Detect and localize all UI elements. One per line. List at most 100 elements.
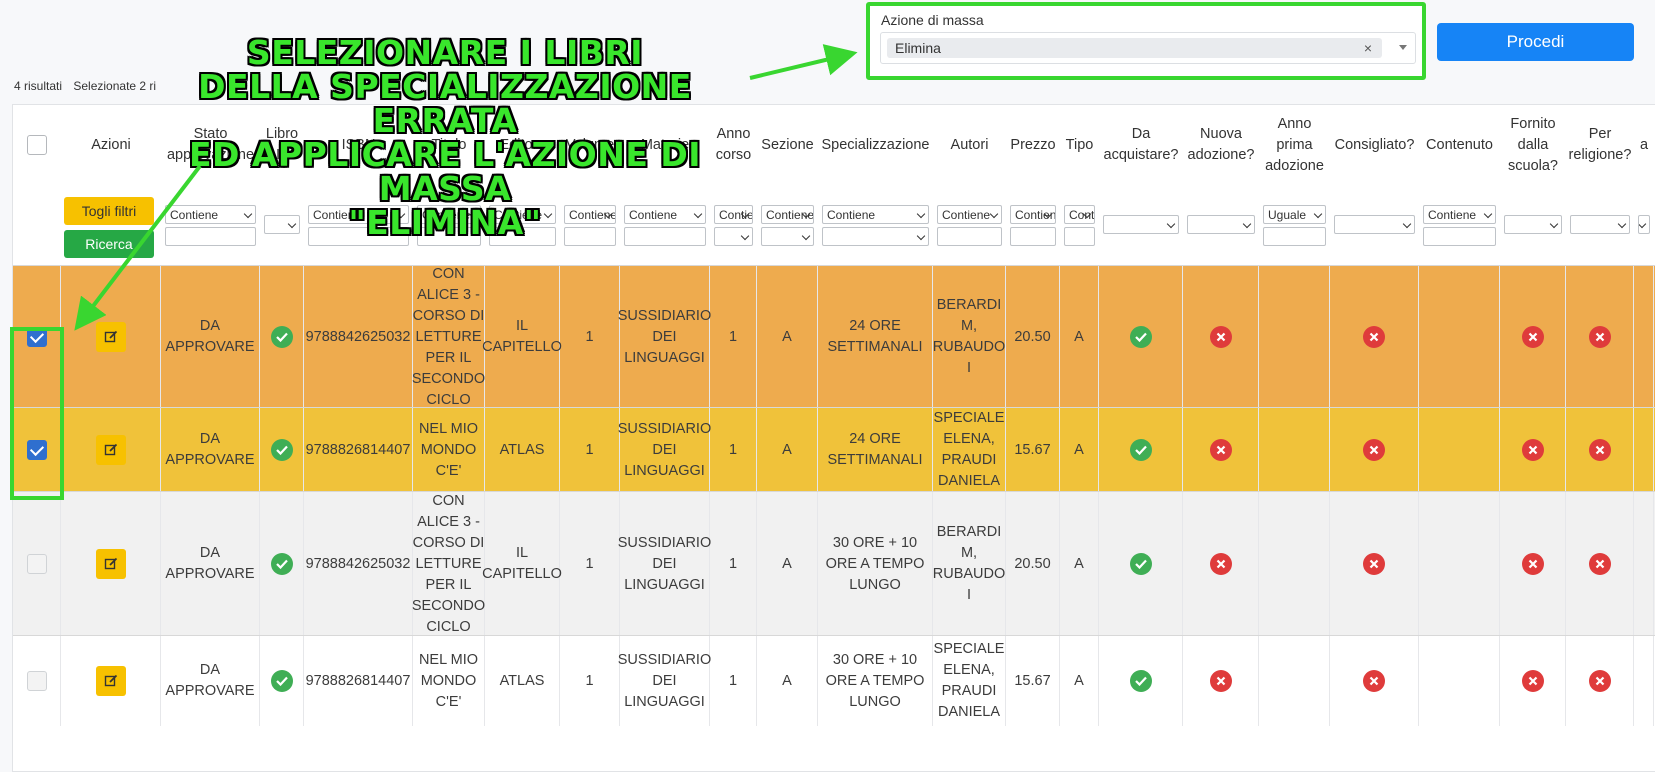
- column-header: Contenuto: [1419, 105, 1500, 185]
- clear-selection-icon[interactable]: ×: [1364, 38, 1372, 58]
- column-filter-select[interactable]: [1638, 215, 1650, 234]
- column-header-label: Tipo: [1065, 136, 1094, 153]
- column-filter-secondary-select[interactable]: [761, 227, 814, 246]
- checkbox-highlight-box: [10, 327, 64, 500]
- cell-section: A: [782, 328, 792, 345]
- column-filter-select[interactable]: [1570, 215, 1630, 234]
- column-header-label: Azioni: [91, 136, 131, 153]
- table-cell: [1183, 408, 1259, 492]
- check-circle-icon: [270, 553, 293, 575]
- column-header: Fornito dalla scuola?: [1500, 105, 1566, 185]
- table-cell: [1099, 408, 1183, 492]
- column-header-label: Da acquistare?: [1103, 126, 1179, 163]
- table-row: DA APPROVARE 9788826814407 NEL MIO MONDO C…: [13, 635, 1655, 726]
- cell-specialization: 30 ORE + 10 ORE A TEMPO LUNGO: [825, 534, 925, 593]
- mass-action-selected-value: Elimina: [895, 40, 941, 56]
- annotation-line: DELLA SPECIALIZZAZIONE ERRATA: [198, 67, 692, 140]
- column-filter-secondary-select[interactable]: [822, 227, 929, 246]
- check-circle-icon: [1129, 439, 1152, 461]
- table-cell: [1634, 492, 1654, 636]
- column-filter-input[interactable]: [1263, 227, 1326, 246]
- check-circle-icon: [1129, 326, 1152, 348]
- select-all-checkbox[interactable]: [27, 135, 47, 155]
- cell-publisher: IL CAPITELLO: [482, 545, 562, 582]
- filter-operator-label: Contiene: [766, 208, 814, 222]
- table-cell: 1: [710, 408, 757, 492]
- column-header: a: [1634, 105, 1654, 185]
- table-cell: ATLAS: [485, 408, 560, 492]
- mass-action-label: Azione di massa: [881, 12, 984, 28]
- mass-action-selected-chip: Elimina ×: [887, 38, 1382, 58]
- table-cell: SUSSIDIARIO DEI LINGUAGGI: [617, 266, 712, 408]
- column-header: Autori: [933, 105, 1006, 185]
- column-filter-select[interactable]: Contiene: [1423, 205, 1496, 224]
- column-filter-select[interactable]: [1334, 215, 1415, 234]
- table-cell: 30 ORE + 10 ORE A TEMPO LUNGO: [818, 492, 933, 636]
- table-cell: SPECIALE ELENA, PRAUDI DANIELA: [933, 636, 1006, 726]
- column-filter-select[interactable]: [1187, 215, 1255, 234]
- cell-specialization: 24 ORE SETTIMANALI: [827, 431, 923, 468]
- table-cell: [1566, 636, 1634, 726]
- table-cell: [1419, 492, 1500, 636]
- annotation-line: "ELIMINA": [348, 203, 542, 242]
- table-cell: 9788826814407: [304, 636, 413, 726]
- selected-count: Selezionate 2 ri: [73, 79, 157, 93]
- column-filter-input[interactable]: [1064, 227, 1095, 246]
- x-circle-icon: [1521, 553, 1544, 575]
- cell-isbn: 9788842625032: [305, 555, 411, 572]
- edit-button[interactable]: [95, 435, 126, 465]
- chevron-down-icon[interactable]: [1399, 45, 1407, 50]
- cell-isbn: 9788826814407: [305, 441, 411, 458]
- table-cell: 1: [710, 492, 757, 636]
- table-cell: IL CAPITELLO: [482, 492, 562, 636]
- column-filter-input[interactable]: [1423, 227, 1496, 246]
- search-button[interactable]: Ricerca: [64, 230, 154, 258]
- table-cell: [1634, 408, 1654, 492]
- x-circle-icon: [1209, 439, 1232, 461]
- cell-authors: SPECIALE ELENA, PRAUDI DANIELA: [933, 410, 1005, 489]
- table-cell: [1259, 408, 1330, 492]
- x-circle-icon: [1588, 553, 1611, 575]
- column-filter-select[interactable]: Contiene: [1010, 205, 1056, 224]
- column-filter-select[interactable]: Contiene: [937, 205, 1002, 224]
- instruction-annotation: SELEZIONARE I LIBRI DELLA SPECIALIZZAZIO…: [150, 36, 740, 240]
- edit-button[interactable]: [95, 549, 126, 579]
- edit-button[interactable]: [95, 666, 126, 696]
- remove-filters-button[interactable]: Togli filtri: [64, 197, 154, 225]
- column-filter-input[interactable]: [1010, 227, 1056, 246]
- table-cell: DA APPROVARE: [161, 408, 260, 492]
- cell-type: A: [1074, 441, 1084, 458]
- cell-subject: SUSSIDIARIO DEI LINGUAGGI: [617, 307, 712, 366]
- cell-price: 20.50: [1014, 555, 1051, 572]
- edit-button[interactable]: [95, 322, 126, 352]
- cell-type: A: [1074, 672, 1084, 689]
- x-circle-icon: [1209, 553, 1232, 575]
- table-cell: A: [757, 266, 818, 408]
- check-circle-icon: [270, 670, 293, 692]
- column-header: [13, 105, 61, 185]
- column-filter-input[interactable]: [937, 227, 1002, 246]
- table-cell: 24 ORE SETTIMANALI: [818, 266, 933, 408]
- x-circle-icon: [1588, 670, 1611, 692]
- column-header: Anno prima adozione: [1259, 105, 1330, 185]
- filter-operator-label: Contiene: [942, 208, 991, 222]
- table-cell: [1634, 266, 1654, 408]
- table-cell: SPECIALE ELENA, PRAUDI DANIELA: [933, 408, 1006, 492]
- table-cell: [1419, 636, 1500, 726]
- cell-year: 1: [728, 441, 738, 458]
- column-filter-select[interactable]: Uguale: [1263, 205, 1326, 224]
- column-filter-select[interactable]: [1103, 215, 1179, 234]
- table-cell: [260, 636, 304, 726]
- table-cell: [61, 408, 161, 492]
- column-filter-select[interactable]: Contiene: [1064, 205, 1095, 224]
- proceed-button[interactable]: Procedi: [1437, 23, 1634, 61]
- table-cell: [1259, 266, 1330, 408]
- column-filter-select[interactable]: Contiene: [822, 205, 929, 224]
- row-select-checkbox[interactable]: [26, 554, 47, 574]
- cell-status: DA APPROVARE: [165, 662, 255, 699]
- column-filter-select[interactable]: [1504, 215, 1562, 234]
- mass-action-select[interactable]: Elimina ×: [880, 32, 1416, 64]
- column-header: Sezione: [757, 105, 818, 185]
- column-filter-select[interactable]: Contiene: [761, 205, 814, 224]
- row-select-checkbox[interactable]: [26, 671, 47, 691]
